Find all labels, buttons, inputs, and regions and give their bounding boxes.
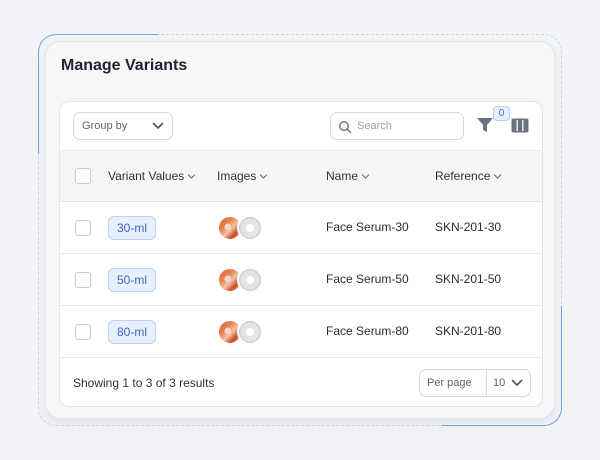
column-header-label: Name (326, 169, 359, 183)
column-header-label: Reference (435, 169, 491, 183)
variant-reference: SKN-201-30 (435, 220, 502, 234)
table-row[interactable]: 80-ml Face Serum-80 SKN-201-80 (60, 306, 542, 358)
sort-chevron-icon (187, 173, 196, 179)
variants-table-panel: Group by Search 0 Variant Values Images … (59, 101, 543, 407)
chevron-down-icon (152, 121, 164, 134)
product-image-thumbnail (237, 215, 263, 241)
search-icon (338, 120, 352, 137)
variant-reference: SKN-201-80 (435, 324, 502, 338)
column-header-variant-values[interactable]: Variant Values (108, 169, 196, 183)
per-page-select[interactable]: Per page 10 (419, 369, 531, 397)
manage-variants-card: Manage Variants Group by Search 0 Varian… (45, 41, 555, 419)
row-checkbox[interactable] (75, 272, 91, 288)
filter-icon (476, 118, 494, 138)
filter-button[interactable] (476, 116, 494, 139)
column-header-images[interactable]: Images (217, 169, 268, 183)
per-page-label: Per page (427, 377, 472, 389)
product-image-thumbnail (237, 267, 263, 293)
table-footer: Showing 1 to 3 of 3 results Per page 10 (60, 358, 542, 406)
filter-count-badge: 0 (493, 106, 510, 121)
variant-value-chip: 80-ml (108, 320, 157, 344)
variant-images[interactable] (217, 319, 269, 347)
sort-chevron-icon (493, 173, 502, 179)
variant-name: Face Serum-50 (326, 272, 409, 286)
column-header-name[interactable]: Name (326, 169, 370, 183)
variant-value-chip: 50-ml (108, 268, 157, 292)
chevron-down-icon (511, 378, 523, 391)
column-header-label: Variant Values (108, 169, 185, 183)
search-input[interactable]: Search (330, 112, 464, 140)
column-header-label: Images (217, 169, 257, 183)
variant-name: Face Serum-30 (326, 220, 409, 234)
group-by-label: Group by (82, 120, 128, 132)
select-all-checkbox[interactable] (75, 168, 91, 184)
table-toolbar: Group by Search 0 (60, 102, 542, 150)
row-checkbox[interactable] (75, 220, 91, 236)
search-placeholder: Search (357, 120, 392, 132)
columns-icon (511, 118, 529, 137)
variant-name: Face Serum-80 (326, 324, 409, 338)
per-page-value: 10 (493, 377, 506, 389)
results-summary: Showing 1 to 3 of 3 results (73, 376, 215, 390)
variant-value-chip: 30-ml (108, 216, 157, 240)
variant-reference: SKN-201-50 (435, 272, 502, 286)
page-title: Manage Variants (61, 57, 188, 74)
per-page-divider (486, 370, 487, 396)
row-checkbox[interactable] (75, 324, 91, 340)
group-by-select[interactable]: Group by (73, 112, 173, 140)
table-row[interactable]: 30-ml Face Serum-30 SKN-201-30 (60, 202, 542, 254)
columns-button[interactable] (511, 118, 529, 138)
sort-chevron-icon (259, 173, 268, 179)
column-header-reference[interactable]: Reference (435, 169, 502, 183)
table-header: Variant Values Images Name Reference (60, 150, 542, 202)
sort-chevron-icon (361, 173, 370, 179)
variant-images[interactable] (217, 215, 269, 243)
table-row[interactable]: 50-ml Face Serum-50 SKN-201-50 (60, 254, 542, 306)
variant-images[interactable] (217, 267, 269, 295)
product-image-thumbnail (237, 319, 263, 345)
